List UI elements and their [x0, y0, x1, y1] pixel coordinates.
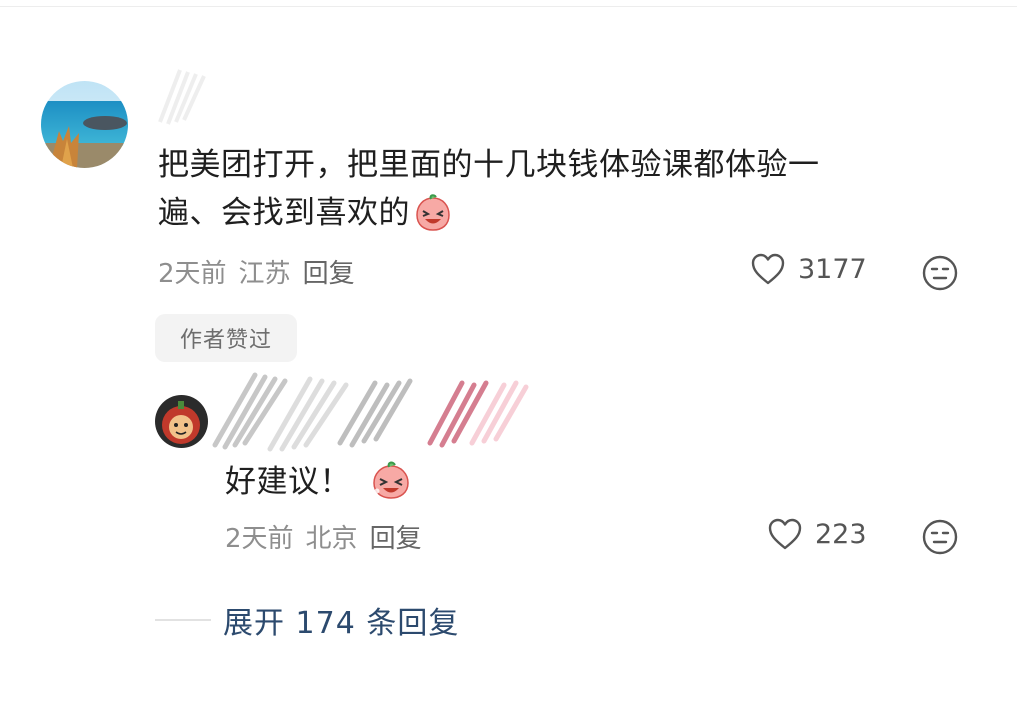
- comment-text: 把美团打开，把里面的十几块钱体验课都体验一 遍、会找到喜欢的: [158, 141, 978, 246]
- expand-replies-label[interactable]: 展开 174 条回复: [223, 598, 459, 642]
- reply-time: 2天前: [225, 524, 294, 554]
- heart-outline-icon: [768, 518, 802, 550]
- reply-like-count: 223: [815, 518, 867, 550]
- meh-face-icon[interactable]: [921, 518, 959, 556]
- comment-location: 江苏: [238, 259, 291, 289]
- comment-meta: 2天前 江苏 回复: [158, 253, 355, 290]
- comment-time: 2天前: [158, 259, 227, 289]
- commenter-avatar[interactable]: [41, 81, 128, 168]
- reply-location: 北京: [305, 524, 358, 554]
- heart-outline-icon: [751, 253, 785, 285]
- reply-meta: 2天前 北京 回复: [225, 518, 422, 555]
- comment-reply-button[interactable]: 回复: [303, 253, 355, 290]
- reply-reply-button[interactable]: 回复: [370, 518, 422, 555]
- expand-divider: [155, 619, 211, 621]
- expand-replies-button[interactable]: 展开 174 条回复: [155, 598, 459, 642]
- replier-name-redacted: [212, 372, 529, 452]
- comment-like-button[interactable]: 3177: [750, 252, 867, 286]
- meh-face-icon[interactable]: [921, 254, 959, 292]
- commenter-name-redacted: [158, 69, 206, 125]
- reply-like-button[interactable]: 223: [767, 517, 867, 551]
- author-liked-badge: 作者赞过: [155, 314, 297, 362]
- reply-text: 好建议！: [225, 458, 411, 515]
- laughing-peach-emoji: [371, 461, 411, 515]
- laughing-peach-emoji: [414, 194, 452, 246]
- top-divider: [0, 6, 1017, 7]
- comment-like-count: 3177: [798, 253, 867, 285]
